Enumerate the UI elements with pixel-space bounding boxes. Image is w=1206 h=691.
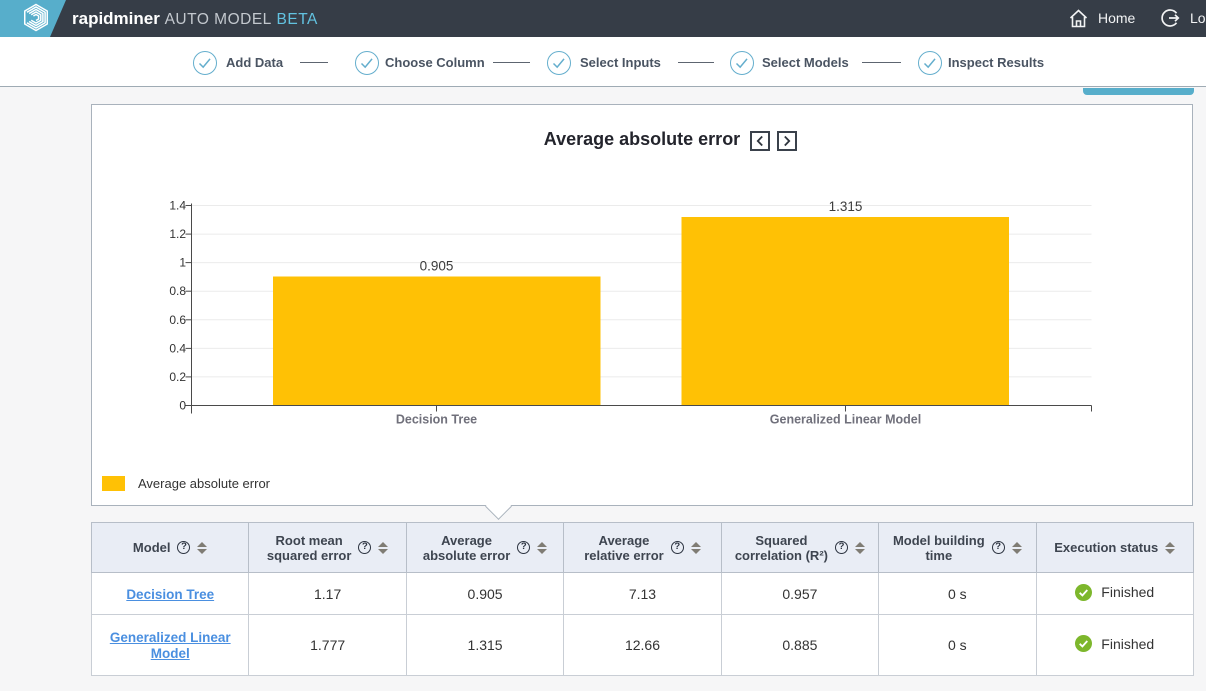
svg-text:0.8: 0.8 bbox=[169, 284, 186, 298]
svg-text:0.4: 0.4 bbox=[169, 341, 186, 355]
svg-text:0.905: 0.905 bbox=[420, 259, 454, 274]
svg-text:1.4: 1.4 bbox=[169, 199, 186, 213]
svg-text:0.6: 0.6 bbox=[169, 313, 186, 327]
svg-text:0.2: 0.2 bbox=[169, 370, 186, 384]
svg-text:1.2: 1.2 bbox=[169, 227, 186, 241]
svg-text:Decision Tree: Decision Tree bbox=[396, 413, 477, 427]
svg-text:0: 0 bbox=[179, 399, 186, 413]
svg-text:Generalized Linear Model: Generalized Linear Model bbox=[770, 413, 921, 427]
svg-text:1: 1 bbox=[179, 256, 186, 270]
svg-text:1.315: 1.315 bbox=[829, 199, 863, 214]
